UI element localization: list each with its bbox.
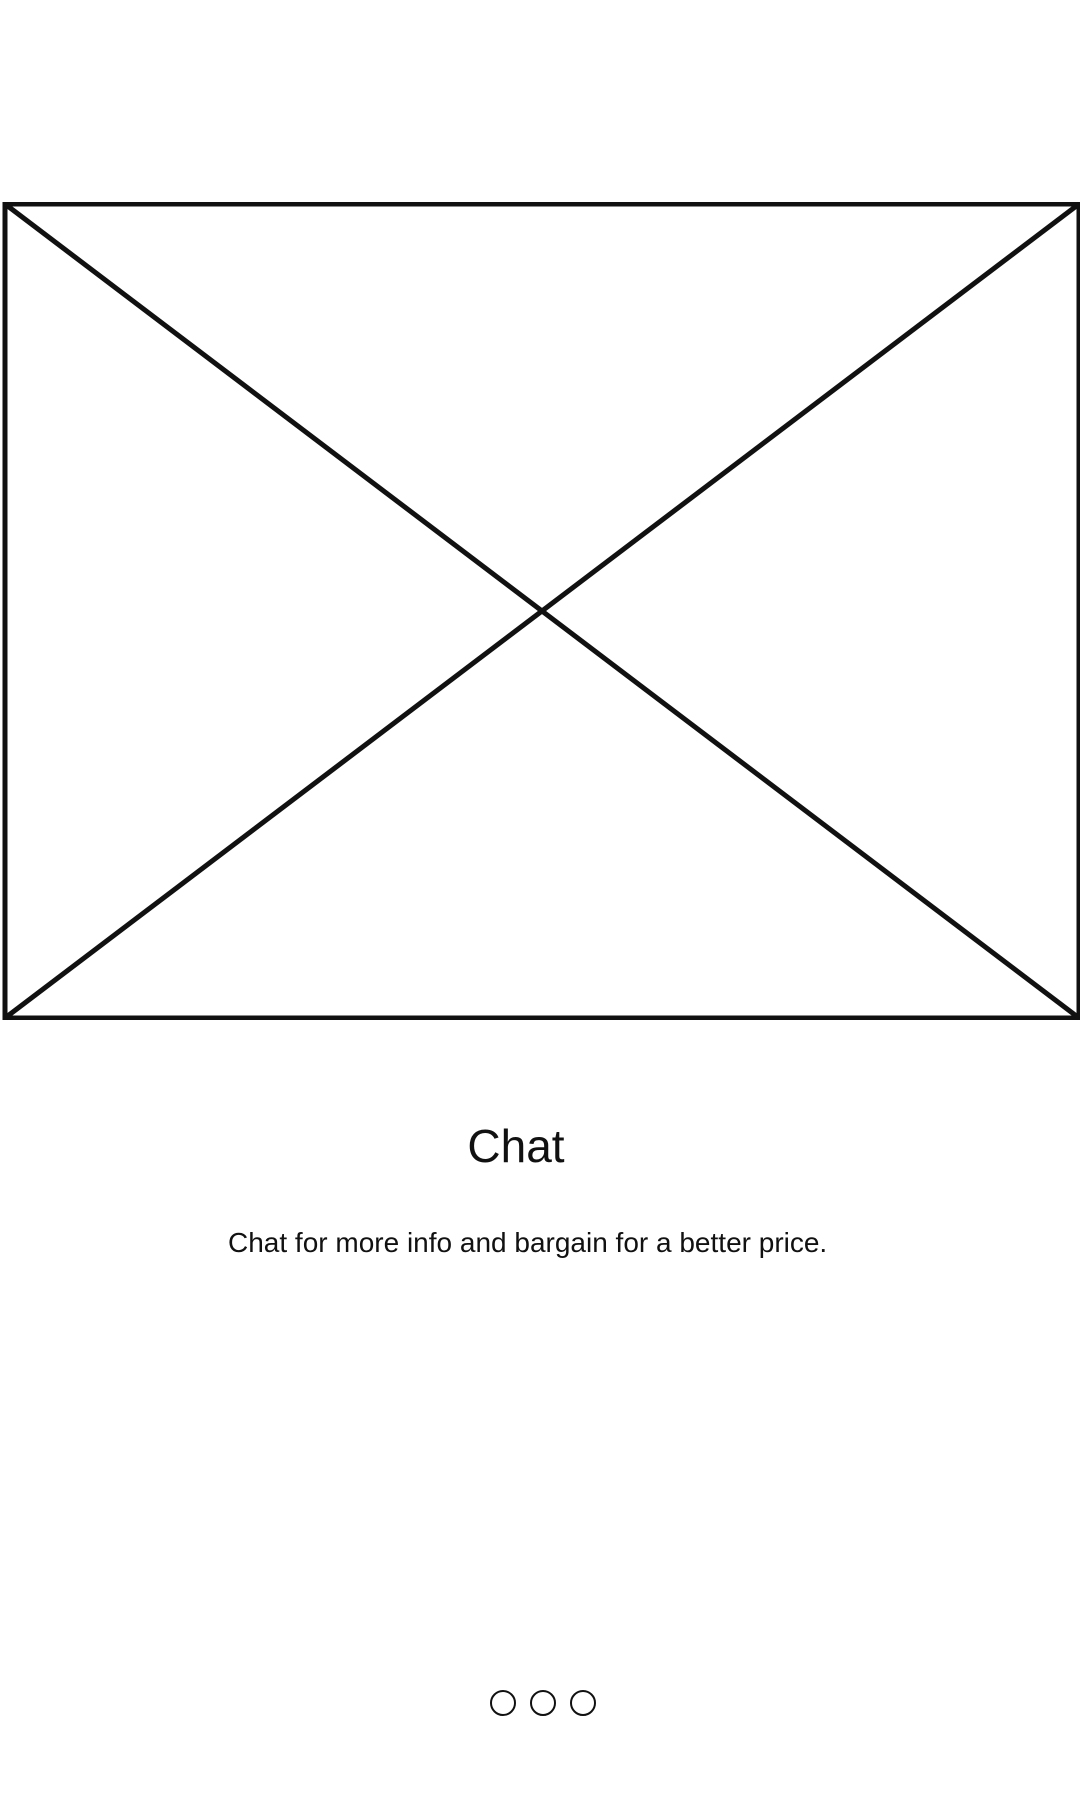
image-placeholder-icon bbox=[2, 202, 1080, 1020]
pagination-dots bbox=[0, 1690, 1080, 1716]
page-3-dot-icon[interactable] bbox=[570, 1690, 596, 1716]
page-2-dot-icon[interactable] bbox=[530, 1690, 556, 1716]
page-1-dot-icon[interactable] bbox=[490, 1690, 516, 1716]
hero-image-placeholder bbox=[0, 202, 1080, 1020]
page-description: Chat for more info and bargain for a bet… bbox=[228, 1227, 828, 1258]
page-title: Chat bbox=[467, 1120, 565, 1172]
